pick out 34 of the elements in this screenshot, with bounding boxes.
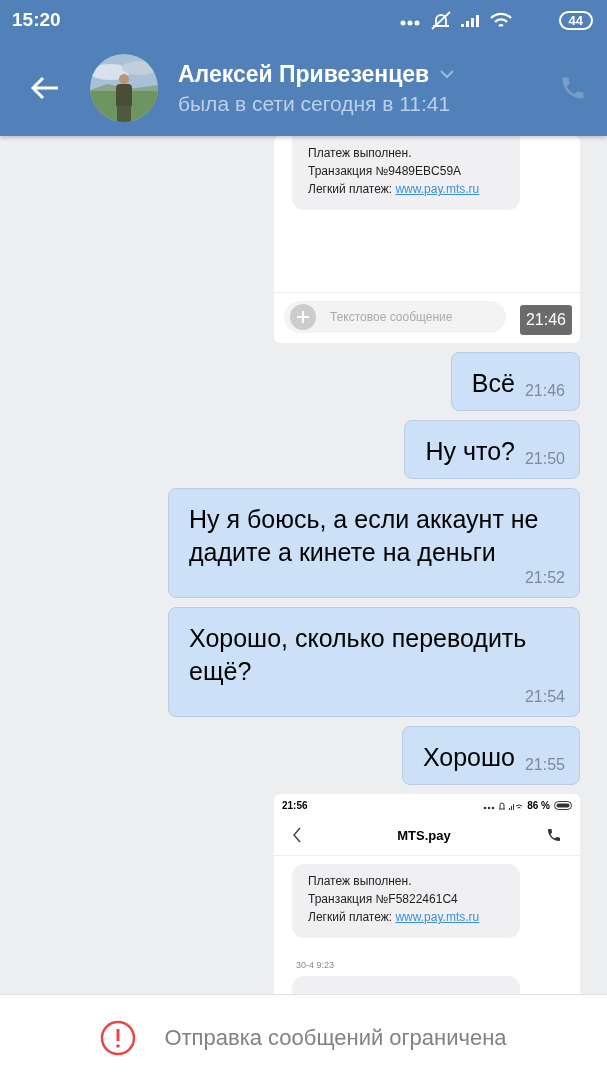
battery-indicator: 44 xyxy=(558,10,593,30)
message-time: 21:55 xyxy=(524,756,565,774)
message-time: 21:46 xyxy=(519,305,572,335)
message-text: Транзакция №F5822461C4 xyxy=(308,892,459,906)
message-time: 21:52 xyxy=(524,569,565,587)
message-text: Легкий платеж: www.pay.mts.ru xyxy=(308,182,481,196)
message-text: Транзакция №9489EBC59A xyxy=(308,164,463,178)
message-text: Платеж выполнен. xyxy=(308,146,413,160)
status-time: 21:56 xyxy=(282,800,308,811)
message-text: Ну я боюсь, а если аккаунт не дадите а кинете на деньги xyxy=(189,504,540,568)
contact-name: Алексей Привезенцев xyxy=(178,60,430,88)
warning-icon xyxy=(100,1019,137,1056)
restriction-notice: Отправка сообщений ограничена xyxy=(164,1024,507,1051)
status-icons-drawing xyxy=(483,800,524,811)
back-icon[interactable] xyxy=(292,827,302,843)
message-date: 30-4 9:23 xyxy=(296,960,336,970)
contact-title: MTS.pay xyxy=(397,827,451,843)
message-text: Платеж выполнен. xyxy=(308,874,413,888)
message-time: 21:50 xyxy=(524,450,565,468)
chevron-down-icon[interactable] xyxy=(439,69,456,79)
message-text: Ну что? xyxy=(425,436,515,467)
message-time: 21:46 xyxy=(524,382,565,400)
battery-level: 86 % xyxy=(527,800,550,811)
last-seen-status: была в сети сегодня в 11:41 xyxy=(178,91,452,116)
battery-icon xyxy=(554,801,572,810)
phone-icon[interactable] xyxy=(546,827,562,843)
screenshot-attachment[interactable]: 21:56 86 % MTS.pay Платеж выполнен. Транзакция №F5822461C4 Легкий платеж: www.pay.mts.ru 30-4 9:23 xyxy=(274,794,580,994)
message-text: Хорошо xyxy=(422,742,515,773)
message-text: Хорошо, сколько переводить ещё? xyxy=(189,623,528,687)
message-text: Легкий платеж: www.pay.mts.ru xyxy=(308,910,481,924)
message-time: 21:54 xyxy=(524,688,565,706)
message-text: Всё xyxy=(471,368,515,399)
status-time: 15:20 xyxy=(12,9,61,31)
placeholder-text: Текстовое сообщение xyxy=(330,310,453,324)
